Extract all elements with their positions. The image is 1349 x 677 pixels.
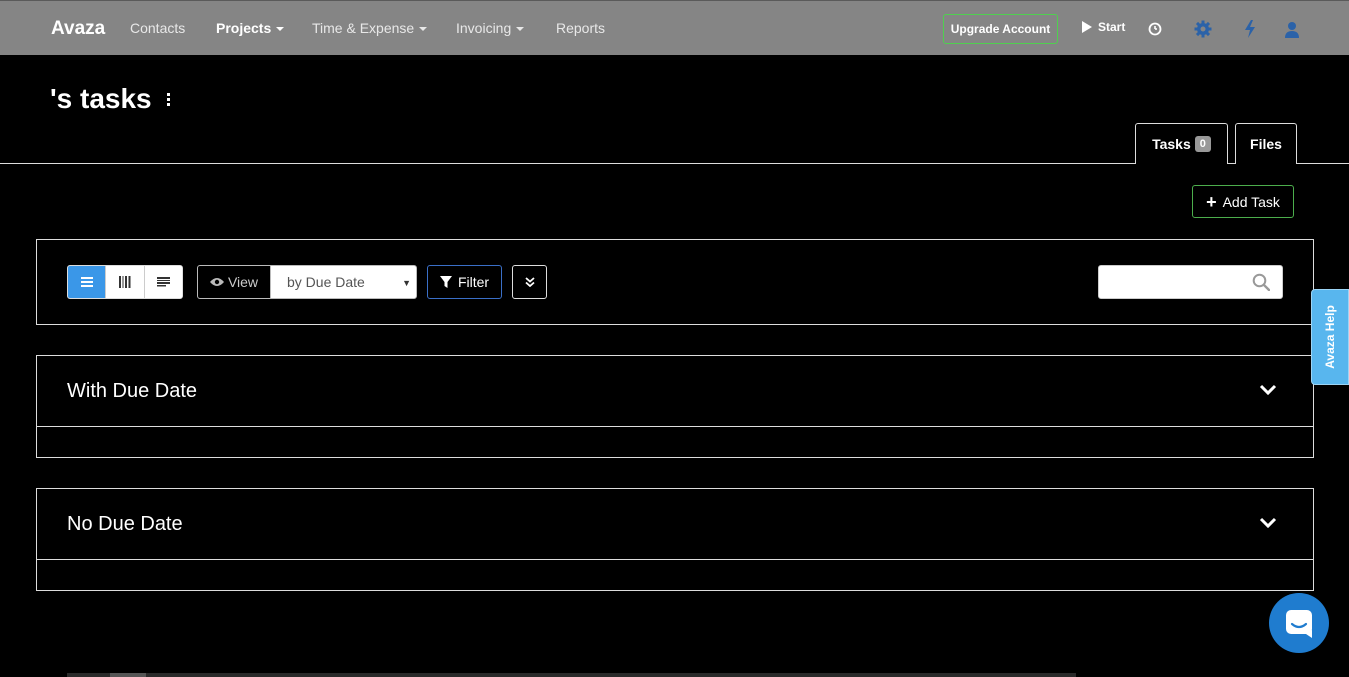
filter-icon (439, 276, 452, 288)
lightning-icon (1245, 20, 1255, 38)
gantt-icon (156, 276, 170, 286)
group-with-due-date: With Due Date (36, 355, 1314, 458)
tasks-count-badge: 0 (1194, 136, 1211, 152)
nav-projects-label: Projects (216, 20, 272, 36)
play-icon (1082, 21, 1092, 33)
nav-reports[interactable]: Reports (556, 20, 605, 36)
task-toolbar: View by Due Date ▼ Filter (36, 239, 1314, 325)
chat-icon (1286, 610, 1312, 638)
nav-invoicing[interactable]: Invoicing (456, 20, 525, 36)
stopwatch-button[interactable] (1145, 19, 1165, 39)
user-menu-button[interactable] (1282, 19, 1302, 39)
scrollbar-thumb[interactable] (110, 673, 146, 677)
tab-tasks[interactable]: Tasks 0 (1135, 123, 1228, 164)
nav-time-expense[interactable]: Time & Expense (312, 20, 428, 36)
avaza-help-label: Avaza Help (1323, 305, 1337, 369)
start-timer-label: Start (1098, 20, 1126, 34)
expand-filters-button[interactable] (512, 265, 547, 299)
nav-projects[interactable]: Projects (216, 20, 285, 36)
filter-button[interactable]: Filter (427, 265, 502, 299)
chevron-down-icon[interactable] (1259, 384, 1277, 396)
gear-icon (1194, 20, 1212, 38)
nav-contacts-label: Contacts (130, 20, 186, 36)
tab-tasks-label: Tasks (1152, 136, 1191, 152)
brand-logo[interactable]: Avaza (51, 18, 105, 40)
top-navbar: Avaza Contacts Projects Time & Expense I… (0, 0, 1349, 55)
start-timer-button[interactable]: Start (1081, 20, 1125, 34)
page-title: 's tasks (50, 83, 152, 114)
view-label: View (197, 265, 271, 299)
search-input[interactable] (1099, 266, 1244, 298)
caret-down-icon (516, 27, 525, 32)
nav-contacts[interactable]: Contacts (130, 20, 185, 36)
tab-files[interactable]: Files (1235, 123, 1297, 164)
view-mode-group (67, 265, 183, 299)
plus-icon: + (1206, 191, 1217, 212)
double-chevron-down-icon (524, 277, 535, 287)
tab-files-label: Files (1250, 136, 1282, 152)
caret-down-icon (419, 27, 428, 32)
group-title: No Due Date (67, 513, 183, 535)
add-task-button[interactable]: + Add Task (1192, 185, 1294, 218)
nav-invoicing-label: Invoicing (456, 20, 512, 36)
nav-reports-label: Reports (556, 20, 606, 36)
settings-button[interactable] (1193, 19, 1213, 39)
group-title: With Due Date (67, 380, 198, 402)
group-header[interactable]: No Due Date (37, 489, 1313, 560)
list-icon (80, 277, 93, 287)
stopwatch-icon (1148, 22, 1162, 36)
avaza-help-tab[interactable]: Avaza Help (1311, 289, 1349, 385)
view-grouping-value: by Due Date (287, 274, 365, 290)
add-task-label: Add Task (1222, 193, 1280, 210)
caret-down-icon (276, 27, 285, 32)
nav-time-expense-label: Time & Expense (312, 20, 415, 36)
kanban-icon (118, 276, 131, 288)
upgrade-account-button[interactable]: Upgrade Account (943, 14, 1058, 44)
more-options-icon[interactable] (165, 93, 171, 107)
eye-icon (209, 278, 224, 286)
view-label-text: View (227, 274, 259, 290)
search-icon[interactable] (1252, 273, 1270, 291)
quick-actions-button[interactable] (1240, 19, 1260, 39)
kanban-view-button[interactable] (106, 266, 145, 298)
select-arrow-icon: ▼ (402, 278, 411, 288)
group-no-due-date: No Due Date (36, 488, 1314, 591)
horizontal-scrollbar[interactable] (67, 673, 1076, 677)
group-header[interactable]: With Due Date (37, 356, 1313, 427)
chat-launcher-button[interactable] (1269, 593, 1329, 653)
list-view-button[interactable] (68, 266, 107, 298)
search-box (1098, 265, 1283, 299)
view-grouping-select[interactable]: by Due Date ▼ (270, 265, 417, 299)
filter-label: Filter (457, 274, 490, 290)
user-icon (1285, 21, 1299, 38)
gantt-view-button[interactable] (144, 266, 182, 298)
chevron-down-icon[interactable] (1259, 517, 1277, 529)
